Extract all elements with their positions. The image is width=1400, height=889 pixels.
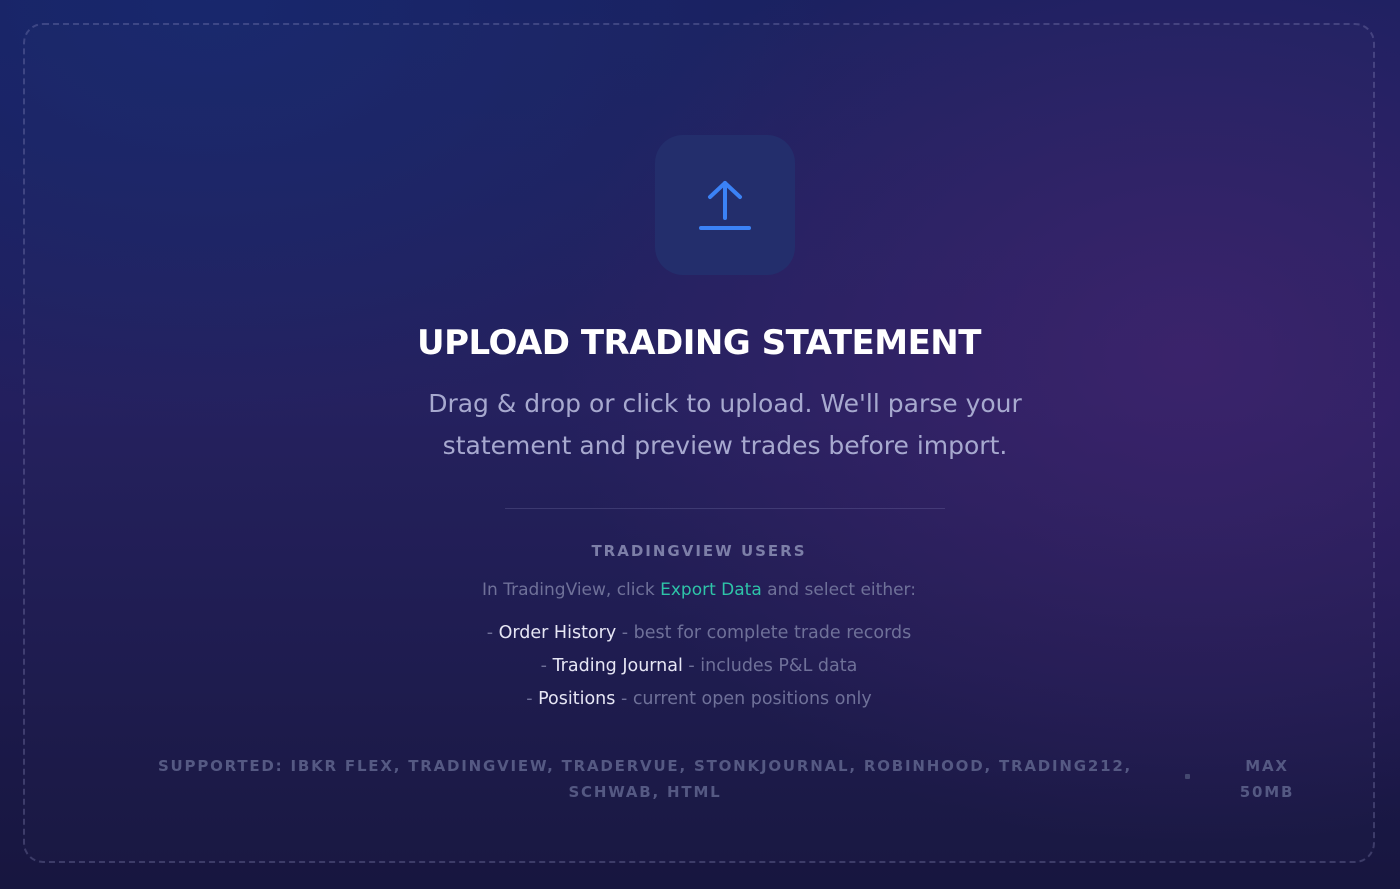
instruction-suffix: and select either:	[761, 580, 916, 600]
list-dash: -	[540, 656, 553, 676]
list-dash: -	[526, 689, 539, 709]
export-option-positions: - Positions - current open positions onl…	[25, 683, 1373, 716]
option-description: - current open positions only	[615, 689, 872, 709]
option-name: Trading Journal	[552, 656, 683, 676]
export-data-link[interactable]: Export Data	[660, 580, 762, 600]
max-file-size: MAX 50MB	[1239, 757, 1295, 801]
page: UPLOAD TRADING STATEMENT Drag & drop or …	[0, 0, 1400, 889]
export-options-list: - Order History - best for complete trad…	[25, 617, 1373, 716]
upload-arrow-icon	[699, 181, 751, 230]
upload-subtitle: Drag & drop or click to upload. We'll pa…	[428, 389, 1022, 460]
upload-icon-tile[interactable]	[655, 135, 795, 275]
option-name: Order History	[498, 623, 617, 643]
upload-dropzone[interactable]: UPLOAD TRADING STATEMENT Drag & drop or …	[23, 23, 1375, 863]
option-description: - includes P&L data	[682, 656, 858, 676]
export-option-trading-journal: - Trading Journal - includes P&L data	[25, 650, 1373, 683]
tradingview-instruction: In TradingView, click Export Data and se…	[25, 577, 1373, 603]
list-dash: -	[486, 623, 499, 643]
option-name: Positions	[538, 689, 616, 709]
export-option-order-history: - Order History - best for complete trad…	[25, 617, 1373, 650]
tradingview-heading: TRADINGVIEW USERS	[591, 542, 807, 560]
instruction-prefix: In TradingView, click	[482, 580, 661, 600]
separator-dot	[1185, 774, 1190, 779]
upload-title: UPLOAD TRADING STATEMENT	[417, 323, 981, 363]
option-description: - best for complete trade records	[616, 623, 912, 643]
supported-formats: SUPPORTED: IBKR FLEX, TRADINGVIEW, TRADE…	[157, 757, 1133, 801]
section-divider	[505, 508, 945, 509]
